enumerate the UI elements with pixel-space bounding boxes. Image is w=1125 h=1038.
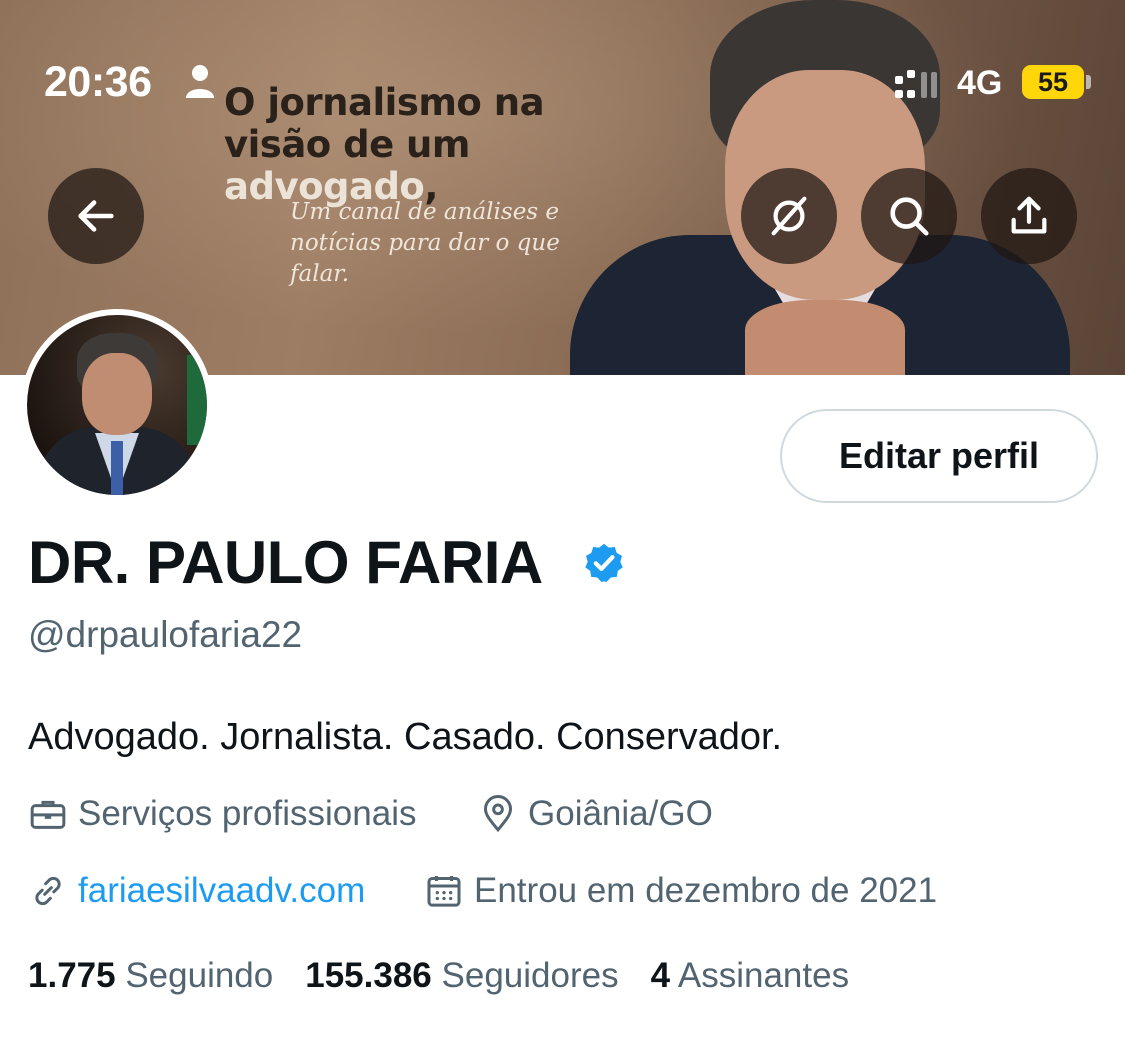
banner-tagline-line2: notícias para dar o que falar.: [290, 230, 560, 287]
person-icon: [186, 65, 214, 98]
bio: Advogado. Jornalista. Casado. Conservado…: [28, 716, 783, 758]
following-label: Seguindo: [125, 956, 274, 995]
network-type: 4G: [957, 64, 1003, 102]
follow-stats: 1.775 Seguindo 155.386 Seguidores 4 Assi…: [28, 956, 881, 996]
following-count: 1.775: [28, 956, 116, 995]
location-label: Goiânia/GO: [528, 794, 713, 833]
subscribers-label: Assinantes: [677, 956, 850, 995]
arrow-left-icon: [78, 200, 114, 232]
location-item: Goiânia/GO: [478, 794, 713, 834]
share-icon: [1011, 196, 1047, 234]
subscribers-count: 4: [650, 956, 671, 995]
joined-label: Entrou em dezembro de 2021: [474, 871, 938, 910]
banner-headline-line2: visão de um: [224, 123, 470, 166]
category-item: Serviços profissionais: [28, 794, 416, 834]
category-label: Serviços profissionais: [78, 794, 417, 833]
search-button[interactable]: [861, 168, 957, 264]
battery-icon: 55: [1022, 65, 1084, 99]
joined-item: Entrou em dezembro de 2021: [424, 871, 937, 911]
back-button[interactable]: [48, 168, 144, 264]
calendar-icon: [427, 876, 461, 907]
website-link[interactable]: fariaesilvaadv.com: [78, 871, 365, 911]
followers-count: 155.386: [305, 956, 432, 995]
signal-icon: [895, 70, 937, 98]
search-icon: [890, 197, 929, 236]
avatar-photo: [27, 315, 207, 495]
battery-nub: [1086, 75, 1091, 89]
banner-headline-line1: O jornalismo na: [224, 81, 545, 124]
link-icon: [35, 876, 61, 906]
verified-badge-icon[interactable]: [582, 541, 626, 585]
grok-button[interactable]: [741, 168, 837, 264]
website-item[interactable]: fariaesilvaadv.com: [28, 871, 365, 911]
display-name: DR. PAULO FARIA: [28, 529, 543, 596]
avatar[interactable]: [21, 309, 213, 501]
followers-label: Seguidores: [441, 956, 619, 995]
followers-stat[interactable]: 155.386 Seguidores: [305, 956, 618, 996]
grok-icon: [771, 196, 807, 236]
location-pin-icon: [483, 795, 513, 833]
handle: @drpaulofaria22: [28, 614, 303, 655]
profile-banner[interactable]: O jornalismo na visão de um advogado, Um…: [0, 0, 1125, 375]
share-button[interactable]: [981, 168, 1077, 264]
status-time: 20:36: [44, 58, 152, 106]
banner-tagline: Um canal de análises e notícias para dar…: [290, 197, 610, 290]
battery-level: 55: [1037, 67, 1069, 97]
edit-profile-button[interactable]: Editar perfil: [780, 409, 1098, 503]
banner-tagline-line1: Um canal de análises e: [290, 199, 560, 225]
following-stat[interactable]: 1.775 Seguindo: [28, 956, 273, 996]
briefcase-icon: [30, 800, 66, 829]
subscribers-stat[interactable]: 4 Assinantes: [651, 956, 849, 996]
banner-headline: O jornalismo na visão de um advogado,: [224, 82, 684, 208]
